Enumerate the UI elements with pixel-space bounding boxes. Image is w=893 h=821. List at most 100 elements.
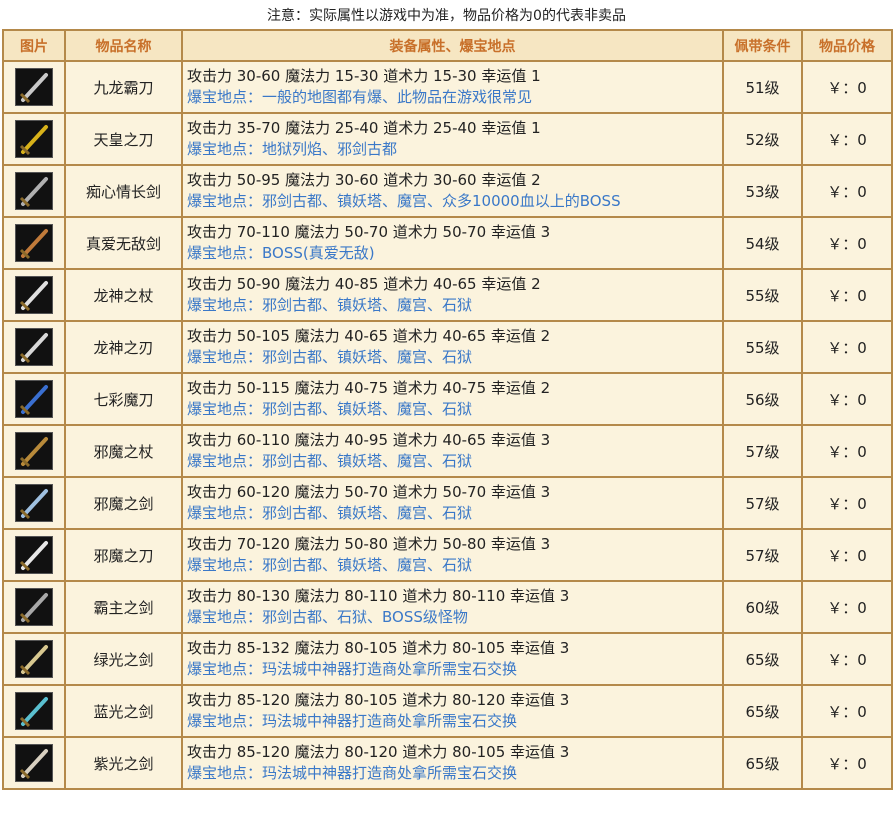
item-name: 邪魔之剑 [64, 476, 183, 530]
header-attributes: 装备属性、爆宝地点 [181, 29, 724, 62]
item-image-cell [2, 632, 66, 686]
table-row: 邪魔之杖 攻击力 60-110 魔法力 40-95 道术力 40-65 幸运值 3… [2, 424, 893, 478]
item-image-cell [2, 580, 66, 634]
item-attributes: 攻击力 50-115 魔法力 40-75 道术力 40-75 幸运值 2 爆宝地点… [181, 372, 724, 426]
item-attributes: 攻击力 60-110 魔法力 40-95 道术力 40-65 幸运值 3 爆宝地点… [181, 424, 724, 478]
item-name: 龙神之杖 [64, 268, 183, 322]
item-drop-location: 爆宝地点：玛法城中神器打造商处拿所需宝石交换 [187, 764, 518, 782]
item-requirement: 65级 [722, 684, 803, 738]
item-image-cell [2, 268, 66, 322]
item-stats: 攻击力 70-120 魔法力 50-80 道术力 50-80 幸运值 3 [187, 535, 551, 553]
item-drop-location: 爆宝地点：邪剑古都、镇妖塔、魔宫、石狱 [187, 556, 473, 574]
item-price: ￥：0 [801, 580, 893, 634]
item-stats: 攻击力 85-120 魔法力 80-105 道术力 80-120 幸运值 3 [187, 691, 570, 709]
item-name: 天皇之刀 [64, 112, 183, 166]
item-attributes: 攻击力 50-90 魔法力 40-85 道术力 40-65 幸运值 2 爆宝地点：… [181, 268, 724, 322]
item-name: 霸主之剑 [64, 580, 183, 634]
item-price: ￥：0 [801, 372, 893, 426]
table-row: 龙神之刃 攻击力 50-105 魔法力 40-65 道术力 40-65 幸运值 2… [2, 320, 893, 374]
item-stats: 攻击力 85-120 魔法力 80-120 道术力 80-105 幸运值 3 [187, 743, 570, 761]
item-name: 蓝光之剑 [64, 684, 183, 738]
item-requirement: 55级 [722, 320, 803, 374]
item-name: 绿光之剑 [64, 632, 183, 686]
item-drop-location: 爆宝地点：邪剑古都、石狱、BOSS级怪物 [187, 608, 468, 626]
item-drop-location: 爆宝地点：BOSS(真爱无敌) [187, 244, 375, 262]
item-image-cell [2, 216, 66, 270]
item-attributes: 攻击力 85-120 魔法力 80-120 道术力 80-105 幸运值 3 爆宝… [181, 736, 724, 790]
demon-staff-icon [15, 432, 53, 470]
item-price: ￥：0 [801, 164, 893, 218]
table-row: 紫光之剑 攻击力 85-120 魔法力 80-120 道术力 80-105 幸运值… [2, 736, 893, 790]
item-attributes: 攻击力 70-120 魔法力 50-80 道术力 50-80 幸运值 3 爆宝地点… [181, 528, 724, 582]
rainbow-blade-icon [15, 380, 53, 418]
item-price: ￥：0 [801, 528, 893, 582]
item-attributes: 攻击力 50-105 魔法力 40-65 道术力 40-65 幸运值 2 爆宝地点… [181, 320, 724, 374]
item-name: 九龙霸刀 [64, 60, 183, 114]
dragon-blade-icon [15, 328, 53, 366]
item-drop-location: 爆宝地点：一般的地图都有爆、此物品在游戏很常见 [187, 88, 533, 106]
item-requirement: 57级 [722, 476, 803, 530]
item-stats: 攻击力 50-105 魔法力 40-65 道术力 40-65 幸运值 2 [187, 327, 551, 345]
item-stats: 攻击力 35-70 魔法力 25-40 道术力 25-40 幸运值 1 [187, 119, 541, 137]
golden-blade-icon [15, 120, 53, 158]
item-requirement: 57级 [722, 424, 803, 478]
header-image: 图片 [2, 29, 66, 62]
item-attributes: 攻击力 30-60 魔法力 15-30 道术力 15-30 幸运值 1 爆宝地点：… [181, 60, 724, 114]
item-attributes: 攻击力 35-70 魔法力 25-40 道术力 25-40 幸运值 1 爆宝地点：… [181, 112, 724, 166]
item-price: ￥：0 [801, 320, 893, 374]
demon-blade-icon [15, 536, 53, 574]
item-price: ￥：0 [801, 268, 893, 322]
blue-light-sword-icon [15, 692, 53, 730]
table-row: 霸主之剑 攻击力 80-130 魔法力 80-110 道术力 80-110 幸运值… [2, 580, 893, 634]
item-attributes: 攻击力 70-110 魔法力 50-70 道术力 50-70 幸运值 3 爆宝地点… [181, 216, 724, 270]
item-attributes: 攻击力 85-132 魔法力 80-105 道术力 80-105 幸运值 3 爆宝… [181, 632, 724, 686]
item-attributes: 攻击力 60-120 魔法力 50-70 道术力 50-70 幸运值 3 爆宝地点… [181, 476, 724, 530]
item-price: ￥：0 [801, 424, 893, 478]
item-price: ￥：0 [801, 112, 893, 166]
dragon-staff-icon [15, 276, 53, 314]
table-row: 天皇之刀 攻击力 35-70 魔法力 25-40 道术力 25-40 幸运值 1 爆… [2, 112, 893, 166]
item-requirement: 54级 [722, 216, 803, 270]
item-requirement: 65级 [722, 632, 803, 686]
item-stats: 攻击力 50-95 魔法力 30-60 道术力 30-60 幸运值 2 [187, 171, 541, 189]
item-image-cell [2, 736, 66, 790]
purple-light-sword-icon [15, 744, 53, 782]
item-price: ￥：0 [801, 476, 893, 530]
item-drop-location: 爆宝地点：邪剑古都、镇妖塔、魔宫、众多10000血以上的BOSS [187, 192, 621, 210]
table-row: 九龙霸刀 攻击力 30-60 魔法力 15-30 道术力 15-30 幸运值 1 爆… [2, 60, 893, 114]
item-name: 龙神之刃 [64, 320, 183, 374]
item-drop-location: 爆宝地点：邪剑古都、镇妖塔、魔宫、石狱 [187, 400, 473, 418]
item-requirement: 60级 [722, 580, 803, 634]
item-requirement: 55级 [722, 268, 803, 322]
item-name: 紫光之剑 [64, 736, 183, 790]
item-attributes: 攻击力 85-120 魔法力 80-105 道术力 80-120 幸运值 3 爆宝… [181, 684, 724, 738]
item-image-cell [2, 528, 66, 582]
demon-sword-icon [15, 484, 53, 522]
item-name: 真爱无敌剑 [64, 216, 183, 270]
long-sword-icon [15, 172, 53, 210]
item-image-cell [2, 164, 66, 218]
notice-text: 注意：实际属性以游戏中为准，物品价格为0的代表非卖品 [267, 8, 626, 24]
weapon-table: 图片 物品名称 装备属性、爆宝地点 佩带条件 物品价格 九龙霸刀 攻击力 30-6… [2, 29, 893, 790]
item-name: 痴心情长剑 [64, 164, 183, 218]
header-price: 物品价格 [801, 29, 893, 62]
table-row: 邪魔之刀 攻击力 70-120 魔法力 50-80 道术力 50-80 幸运值 3… [2, 528, 893, 582]
table-row: 邪魔之剑 攻击力 60-120 魔法力 50-70 道术力 50-70 幸运值 3… [2, 476, 893, 530]
table-row: 绿光之剑 攻击力 85-132 魔法力 80-105 道术力 80-105 幸运值… [2, 632, 893, 686]
item-image-cell [2, 684, 66, 738]
item-image-cell [2, 112, 66, 166]
item-image-cell [2, 320, 66, 374]
item-image-cell [2, 424, 66, 478]
table-row: 痴心情长剑 攻击力 50-95 魔法力 30-60 道术力 30-60 幸运值 2… [2, 164, 893, 218]
item-price: ￥：0 [801, 632, 893, 686]
item-drop-location: 爆宝地点：邪剑古都、镇妖塔、魔宫、石狱 [187, 296, 473, 314]
item-stats: 攻击力 30-60 魔法力 15-30 道术力 15-30 幸运值 1 [187, 67, 541, 85]
item-drop-location: 爆宝地点：邪剑古都、镇妖塔、魔宫、石狱 [187, 504, 473, 522]
item-requirement: 57级 [722, 528, 803, 582]
header-requirement: 佩带条件 [722, 29, 803, 62]
item-price: ￥：0 [801, 684, 893, 738]
item-drop-location: 爆宝地点：邪剑古都、镇妖塔、魔宫、石狱 [187, 452, 473, 470]
item-stats: 攻击力 85-132 魔法力 80-105 道术力 80-105 幸运值 3 [187, 639, 570, 657]
overlord-sword-icon [15, 588, 53, 626]
table-row: 七彩魔刀 攻击力 50-115 魔法力 40-75 道术力 40-75 幸运值 2… [2, 372, 893, 426]
